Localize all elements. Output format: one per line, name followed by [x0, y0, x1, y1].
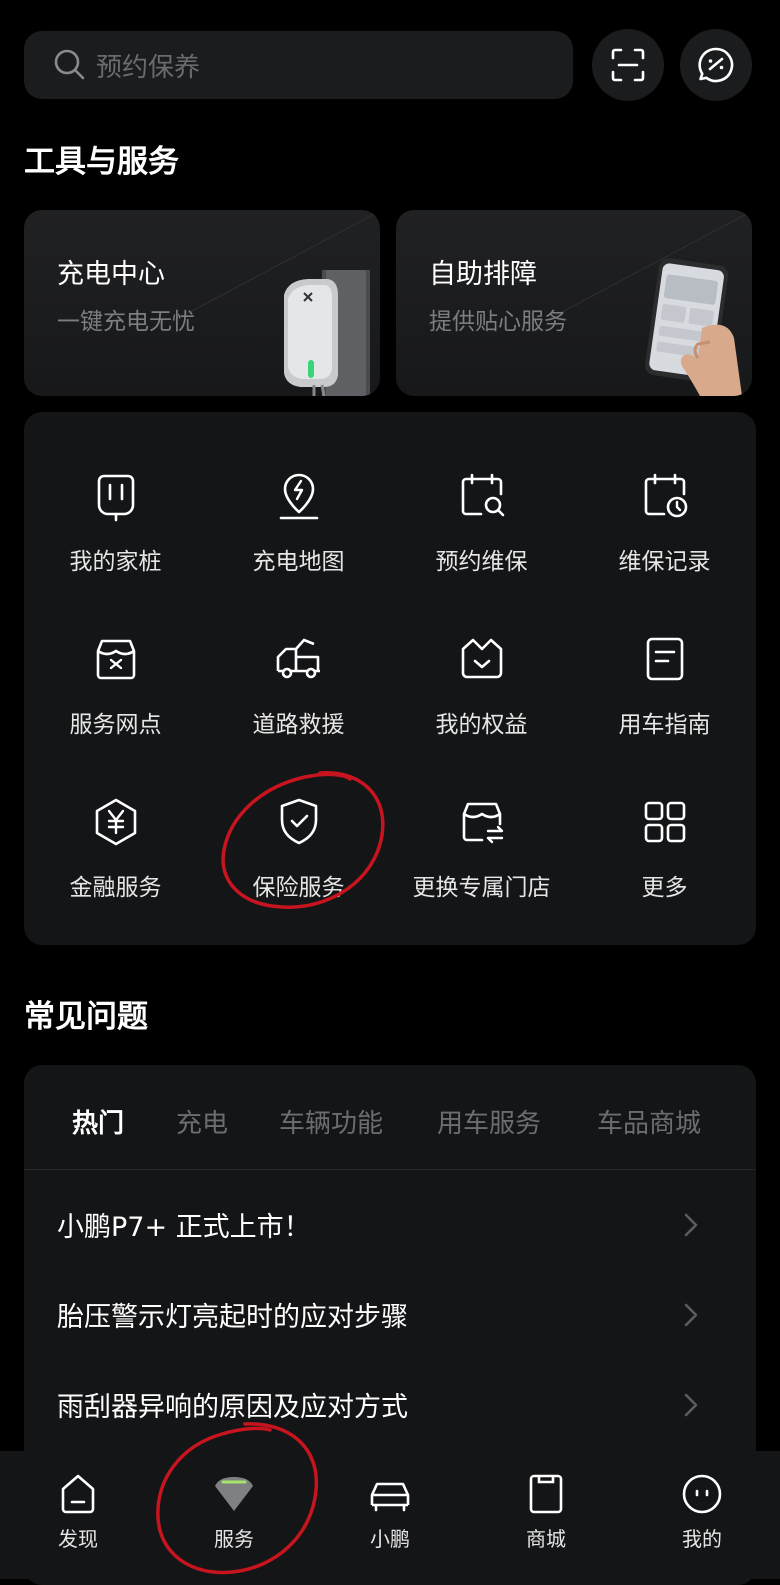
tow-truck-icon — [276, 638, 320, 679]
phone-in-hand-image — [645, 258, 742, 396]
faq-tab-charging[interactable]: 充电 — [176, 1103, 228, 1140]
service-icon — [215, 1477, 253, 1511]
card-subtitle: 一键充电无忧 — [57, 309, 195, 335]
shield-check-icon — [280, 798, 317, 845]
faq-tab-car-services[interactable]: 用车服务 — [437, 1103, 541, 1140]
discover-icon — [61, 1474, 95, 1514]
grid-item-label: 用车指南 — [618, 712, 711, 738]
search-placeholder: 预约保养 — [96, 52, 201, 83]
card-subtitle: 提供贴心服务 — [429, 309, 567, 335]
grid-item-label: 更换专属门店 — [412, 875, 551, 901]
store-switch-icon — [462, 802, 503, 844]
calendar-clock-icon — [644, 473, 687, 518]
faq-question-text: 小鹏P7+ 正式上市！ — [57, 1212, 311, 1243]
message-button[interactable] — [680, 29, 752, 101]
faq-tab-hot[interactable]: 热门 — [72, 1103, 124, 1140]
faq-tabs: 热门 充电 车辆功能 用车服务 车品商城 — [24, 1065, 756, 1170]
car-icon — [370, 1482, 410, 1512]
benefits-basket-icon — [461, 638, 502, 679]
grid-item-book-maintenance[interactable]: 预约维保 — [390, 462, 573, 602]
grid-item-my-benefits[interactable]: 我的权益 — [390, 625, 573, 765]
grid-item-label: 维保记录 — [618, 549, 711, 575]
nav-item-xpeng[interactable]: 小鹏 — [312, 1451, 468, 1579]
search-bar[interactable]: 预约保养 — [24, 31, 573, 99]
nav-label: 商城 — [526, 1527, 566, 1551]
faq-tab-car-shop[interactable]: 车品商城 — [597, 1103, 701, 1140]
nav-label: 服务 — [214, 1527, 254, 1551]
profile-face-icon — [682, 1474, 722, 1514]
grid-item-label: 预约维保 — [435, 549, 528, 575]
nav-item-shop[interactable]: 商城 — [468, 1451, 624, 1579]
grid-item-label: 充电地图 — [252, 549, 345, 575]
grid-item-label: 更多 — [641, 875, 688, 901]
home-charger-icon — [97, 474, 134, 522]
faq-section-title: 常见问题 — [24, 999, 148, 1035]
wall-charger-image — [284, 270, 370, 396]
chevron-right-icon — [684, 1303, 698, 1327]
guide-document-icon — [646, 637, 683, 681]
faq-tab-vehicle-functions[interactable]: 车辆功能 — [279, 1103, 383, 1140]
calendar-search-icon — [461, 473, 504, 517]
card-title: 自助排障 — [429, 259, 537, 290]
search-icon — [54, 49, 85, 80]
grid-item-label: 道路救援 — [252, 712, 345, 738]
grid-item-home-charger[interactable]: 我的家桩 — [24, 462, 207, 602]
charging-center-card[interactable]: 充电中心 一键充电无忧 — [24, 210, 380, 396]
service-store-icon — [96, 639, 135, 680]
grid-item-more[interactable]: 更多 — [573, 788, 756, 928]
tools-section-title: 工具与服务 — [24, 144, 179, 180]
faq-question-row[interactable]: 雨刮器异响的原因及应对方式 — [24, 1361, 756, 1451]
nav-label: 我的 — [682, 1527, 722, 1551]
grid-item-insurance[interactable]: 保险服务 — [207, 788, 390, 928]
scan-icon — [611, 48, 645, 82]
faq-question-row[interactable]: 胎压警示灯亮起时的应对步骤 — [24, 1271, 756, 1361]
more-grid-icon — [644, 801, 685, 843]
grid-item-label: 保险服务 — [252, 875, 345, 901]
message-icon — [698, 47, 734, 83]
scan-button[interactable] — [592, 29, 664, 101]
faq-question-text: 胎压警示灯亮起时的应对步骤 — [57, 1302, 408, 1333]
yuan-hexagon-icon — [95, 798, 136, 846]
faq-question-text: 雨刮器异响的原因及应对方式 — [57, 1392, 408, 1423]
services-grid-panel: 我的家桩 充电地图 预约维保 维保记录 服务网点 道路救援 我的权益 用车指南 … — [24, 412, 756, 945]
grid-item-label: 服务网点 — [69, 712, 162, 738]
nav-item-me[interactable]: 我的 — [624, 1451, 780, 1579]
grid-item-label: 金融服务 — [69, 875, 162, 901]
chevron-right-icon — [684, 1393, 698, 1417]
nav-item-discover[interactable]: 发现 — [0, 1451, 156, 1579]
grid-item-road-rescue[interactable]: 道路救援 — [207, 625, 390, 765]
grid-item-label: 我的家桩 — [69, 549, 162, 575]
grid-item-charge-map[interactable]: 充电地图 — [207, 462, 390, 602]
faq-question-row[interactable]: 小鹏P7+ 正式上市！ — [24, 1181, 756, 1271]
nav-label: 小鹏 — [370, 1527, 410, 1551]
self-diagnosis-card[interactable]: 自助排障 提供贴心服务 — [396, 210, 752, 396]
charge-map-pin-icon — [279, 473, 318, 520]
grid-item-finance[interactable]: 金融服务 — [24, 788, 207, 928]
grid-item-service-outlets[interactable]: 服务网点 — [24, 625, 207, 765]
grid-item-maintenance-records[interactable]: 维保记录 — [573, 462, 756, 602]
grid-item-label: 我的权益 — [435, 712, 528, 738]
grid-item-change-store[interactable]: 更换专属门店 — [390, 788, 573, 928]
nav-item-service[interactable]: 服务 — [156, 1451, 312, 1579]
card-title: 充电中心 — [57, 259, 165, 290]
nav-label: 发现 — [58, 1527, 98, 1551]
chevron-right-icon — [684, 1213, 698, 1237]
grid-item-car-guide[interactable]: 用车指南 — [573, 625, 756, 765]
shop-bag-icon — [529, 1474, 563, 1514]
bottom-nav: 发现 服务 小鹏 商城 我的 — [0, 1451, 780, 1579]
